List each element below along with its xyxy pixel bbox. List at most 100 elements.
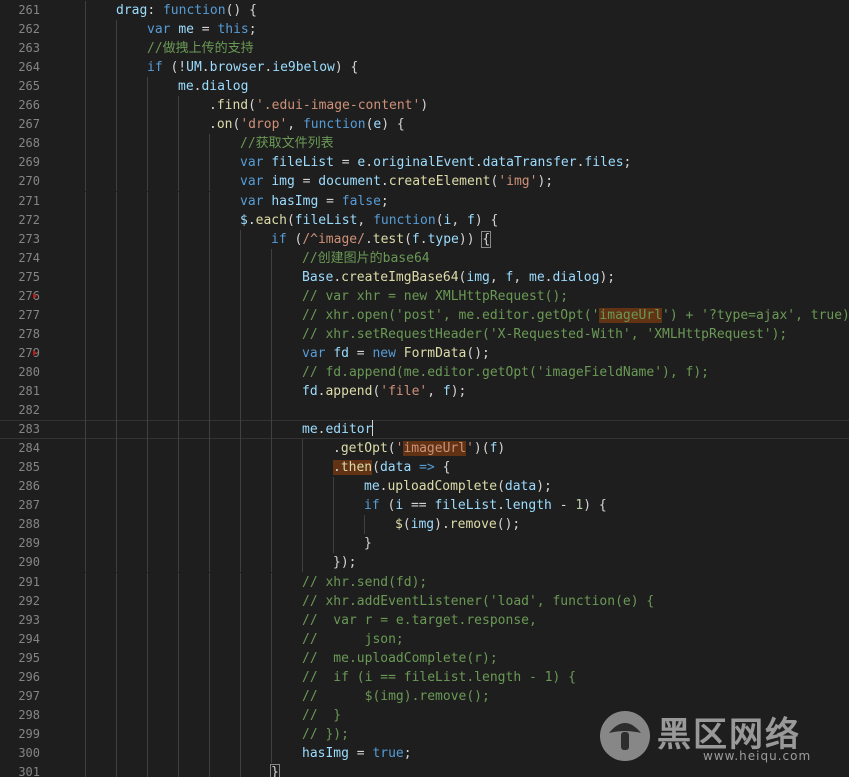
code-text[interactable]: Base.createImgBase64(img, f, me.dialog); xyxy=(302,268,615,287)
code-line[interactable]: 272 $.each(fileList, function(i, f) { xyxy=(0,210,849,230)
code-line[interactable]: 291 // xhr.send(fd); xyxy=(0,572,849,592)
code-line[interactable]: 279 var fd = new FormData(); xyxy=(0,343,849,363)
code-text[interactable]: if (!UM.browser.ie9below) { xyxy=(147,58,358,77)
punctuation-token: ) xyxy=(420,98,429,114)
code-line[interactable]: 269 var fileList = e.originalEvent.dataTr… xyxy=(0,153,849,173)
code-text[interactable]: .find('.edui-image-content') xyxy=(209,96,428,115)
punctuation-token: ); xyxy=(599,269,616,285)
code-text[interactable]: // if (i == fileList.length - 1) { xyxy=(302,668,576,687)
code-text[interactable]: .then(data => { xyxy=(333,458,450,477)
breakpoint-marker-icon[interactable] xyxy=(33,349,37,356)
code-text[interactable]: // $(img).remove(); xyxy=(302,687,490,706)
code-text[interactable]: var img = document.createElement('img'); xyxy=(240,172,553,191)
line-number: 294 xyxy=(18,631,40,646)
code-text[interactable]: me.editor xyxy=(302,420,374,439)
code-text[interactable]: var me = this; xyxy=(147,20,257,39)
code-line[interactable]: 287 if (i == fileList.length - 1) { xyxy=(0,496,849,516)
code-text[interactable]: // fd.append(me.editor.getOpt('imageFiel… xyxy=(302,363,709,382)
code-line[interactable]: 292 // xhr.addEventListener('load', funct… xyxy=(0,591,849,611)
code-text[interactable]: // }); xyxy=(302,725,349,744)
code-line[interactable]: 261 drag: function() { xyxy=(0,1,849,20)
function-token: on xyxy=(216,117,233,133)
identifier-token: type xyxy=(427,231,459,247)
code-line[interactable]: 290}); xyxy=(0,553,849,573)
indent-guide xyxy=(271,382,272,401)
code-text[interactable]: // xhr.open('post', me.editor.getOpt('im… xyxy=(302,306,849,325)
punctuation-token: ; xyxy=(248,22,257,38)
code-line[interactable]: 273 if (/^image/.test(f.type)) { xyxy=(0,229,849,249)
code-text[interactable]: //做拽上传的支持 xyxy=(147,39,254,58)
code-text[interactable]: // var r = e.target.response, xyxy=(302,611,537,630)
code-text[interactable]: if (/^image/.test(f.type)) { xyxy=(271,230,492,249)
code-text[interactable]: // xhr.send(fd); xyxy=(302,573,427,592)
code-text[interactable]: me.dialog xyxy=(178,77,248,96)
code-text[interactable]: }); xyxy=(333,553,356,572)
code-text[interactable]: //获取文件列表 xyxy=(240,134,334,153)
code-text[interactable]: .getOpt('imageUrl')(f) xyxy=(333,439,505,458)
code-text[interactable]: fd.append('file', f); xyxy=(302,382,466,401)
code-line[interactable]: 288 $(img).remove(); xyxy=(0,515,849,535)
code-line[interactable]: 276// var xhr = new XMLHttpRequest(); xyxy=(0,286,849,306)
code-text[interactable]: $.each(fileList, function(i, f) { xyxy=(240,211,498,230)
code-text[interactable]: } xyxy=(364,534,372,553)
indent-guide xyxy=(147,172,148,192)
code-editor[interactable]: 261 drag: function() {262 var me = this; 26… xyxy=(0,0,849,777)
code-line[interactable]: 297 // $(img).remove(); xyxy=(0,686,849,706)
code-line[interactable]: 278 // xhr.setRequestHeader('X-Requested-… xyxy=(0,324,849,344)
code-line[interactable]: 275 Base.createImgBase64(img, f, me.dialo… xyxy=(0,267,849,287)
code-text[interactable]: var fd = new FormData(); xyxy=(302,344,490,363)
code-text[interactable]: if (i == fileList.length - 1) { xyxy=(364,496,607,515)
code-line[interactable]: 262 var me = this; xyxy=(0,20,849,40)
matched-bracket: } xyxy=(270,764,280,777)
code-text[interactable]: // me.uploadComplete(r); xyxy=(302,649,498,668)
code-line[interactable]: 277 // xhr.open('post', me.editor.getOpt(… xyxy=(0,305,849,325)
code-line[interactable]: 286 me.uploadComplete(data); xyxy=(0,477,849,497)
code-text[interactable]: me.uploadComplete(data); xyxy=(364,477,552,496)
code-text[interactable]: var hasImg = false; xyxy=(240,192,389,211)
code-line[interactable]: 295 // me.uploadComplete(r); xyxy=(0,648,849,668)
code-line[interactable]: 285 .then(data => { xyxy=(0,458,849,478)
code-line[interactable]: 267 .on('drop', function(e) { xyxy=(0,115,849,135)
indent-guide xyxy=(116,58,117,78)
code-line[interactable]: 270 var img = document.createElement('img… xyxy=(0,172,849,192)
punctuation-token: . xyxy=(380,174,389,190)
code-text[interactable]: // xhr.addEventListener('load', function… xyxy=(302,592,654,611)
code-line[interactable]: 293 // var r = e.target.response, xyxy=(0,610,849,630)
code-text[interactable]: hasImg = true; xyxy=(302,744,412,763)
code-line[interactable]: 268 //获取文件列表 xyxy=(0,134,849,154)
code-text[interactable]: drag: function() { xyxy=(116,1,257,20)
code-line[interactable]: 271 var hasImg = false; xyxy=(0,191,849,211)
code-line[interactable]: 281 fd.append('file', f); xyxy=(0,382,849,401)
code-line[interactable]: 264 if (!UM.browser.ie9below) { xyxy=(0,58,849,78)
code-text[interactable]: .on('drop', function(e) { xyxy=(209,115,405,134)
code-line[interactable]: 263 //做拽上传的支持 xyxy=(0,39,849,59)
code-line[interactable]: 280 // fd.append(me.editor.getOpt('imageF… xyxy=(0,362,849,382)
breakpoint-marker-icon[interactable] xyxy=(33,292,37,299)
code-text[interactable]: //创建图片的base64 xyxy=(302,249,430,268)
code-text[interactable]: // } xyxy=(302,706,341,725)
code-line[interactable]: 283 me.editor xyxy=(0,420,849,440)
indent-guide xyxy=(116,115,117,135)
code-line[interactable]: 296 // if (i == fileList.length - 1) { xyxy=(0,667,849,687)
line-number: 293 xyxy=(18,612,40,627)
code-text[interactable]: } xyxy=(270,763,280,777)
punctuation-token: , xyxy=(451,212,468,228)
code-line[interactable]: 294 // json; xyxy=(0,629,849,649)
code-line[interactable]: 284 .getOpt('imageUrl')(f) xyxy=(0,439,849,459)
code-text[interactable]: // xhr.setRequestHeader('X-Requested-Wit… xyxy=(302,325,787,344)
punctuation-token: . xyxy=(209,98,217,114)
comment-token: // xhr.open('post', me.editor.getOpt(' xyxy=(302,307,600,323)
indent-guide xyxy=(178,343,179,363)
code-text[interactable]: // var xhr = new XMLHttpRequest(); xyxy=(302,287,568,306)
indent-guide xyxy=(240,686,241,706)
code-line[interactable]: 265 me.dialog xyxy=(0,77,849,97)
code-line[interactable]: 274 //创建图片的base64 xyxy=(0,248,849,268)
code-line[interactable]: 266 .find('.edui-image-content') xyxy=(0,96,849,116)
code-text[interactable]: $(img).remove(); xyxy=(395,515,520,534)
code-text[interactable]: var fileList = e.originalEvent.dataTrans… xyxy=(240,153,631,172)
punctuation-token: , xyxy=(287,117,303,133)
code-line[interactable]: 282 xyxy=(0,401,849,421)
code-line[interactable]: 289} xyxy=(0,534,849,554)
code-text[interactable]: // json; xyxy=(302,630,404,649)
indent-guide xyxy=(209,610,210,630)
